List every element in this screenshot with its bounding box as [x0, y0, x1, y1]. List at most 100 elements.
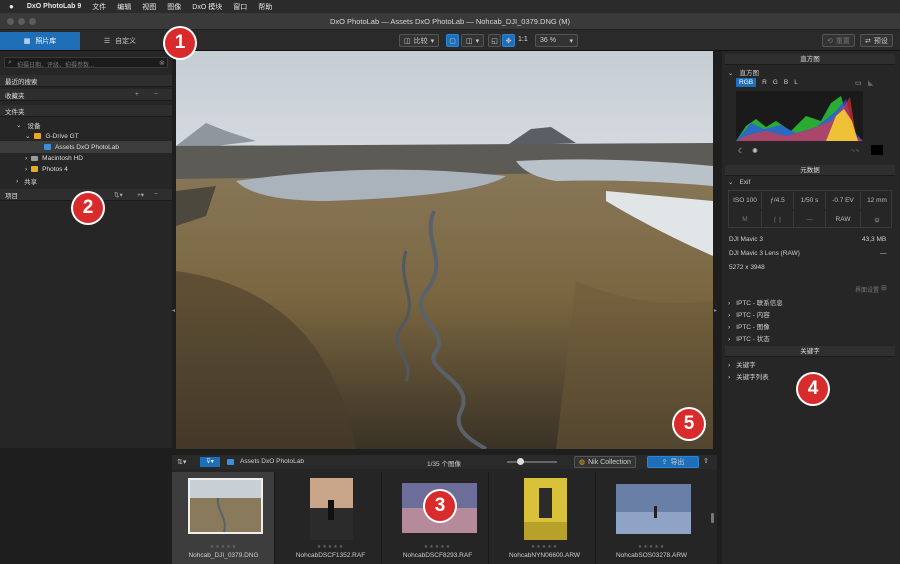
- chevron-right-icon: ›: [16, 177, 19, 185]
- channel-r[interactable]: R: [762, 78, 767, 87]
- thumbnail-image: [188, 478, 263, 534]
- preset-icon: ⇄: [865, 37, 871, 45]
- channel-g[interactable]: G: [773, 78, 778, 87]
- rating-stars[interactable]: ★★★★★: [386, 544, 489, 550]
- thumbnail[interactable]: ★★★★★ NohcabSOS03278.ARW: [600, 472, 703, 564]
- tab-library[interactable]: ▦ 照片库: [0, 32, 80, 50]
- monitor-icon[interactable]: ▭: [855, 79, 862, 87]
- iptc-contact-row[interactable]: › IPTC - 联系信息: [728, 297, 783, 307]
- iptc-content-label: IPTC - 内容: [736, 312, 770, 319]
- channel-b[interactable]: B: [784, 78, 788, 87]
- chevron-down-icon: ▾: [569, 37, 573, 45]
- tree-photos[interactable]: › Photos 4: [0, 163, 172, 175]
- rating-stars[interactable]: ★★★★★: [493, 544, 596, 550]
- preset-button[interactable]: ⇄ 预设: [860, 34, 893, 47]
- thumbnail-name: NohcabNYN06600.ARW: [508, 552, 581, 559]
- single-view-button[interactable]: ▢: [446, 34, 459, 47]
- keywords-section-header[interactable]: 关键字: [725, 346, 895, 357]
- tab-library-label: 照片库: [35, 38, 57, 45]
- folder-icon: [31, 166, 39, 172]
- thumbnail-name: Nohcab_DJI_0379.DNG: [188, 552, 259, 559]
- remove-favorite-icon[interactable]: −: [154, 91, 158, 98]
- thumbnail-name: NohcabDSCF8293.RAF: [402, 552, 473, 559]
- chevron-down-icon: ▾: [475, 37, 480, 45]
- one-to-one-button[interactable]: 1:1: [518, 36, 528, 43]
- chevron-down-icon: ⌄: [728, 70, 734, 77]
- slider-handle[interactable]: [517, 458, 524, 465]
- exif-ev: -0.7 EV: [826, 192, 861, 209]
- zoom-select[interactable]: 36 % ▾: [535, 34, 578, 47]
- clipping-icon[interactable]: ◣: [868, 79, 873, 87]
- collapse-right-icon[interactable]: ▸: [714, 307, 717, 314]
- remove-project-icon[interactable]: −: [154, 191, 158, 198]
- menu-window[interactable]: 窗口: [233, 2, 247, 12]
- chevron-down-icon: ▾: [430, 37, 435, 45]
- menu-edit[interactable]: 编辑: [117, 2, 131, 12]
- settings-icon[interactable]: ⊞: [881, 284, 887, 292]
- share-icon[interactable]: ⇧: [703, 457, 709, 465]
- preset-label: 预设: [873, 37, 888, 45]
- channel-l[interactable]: L: [794, 78, 798, 87]
- thumbnail[interactable]: ★★★★★ Nohcab_DJI_0379.DNG: [172, 472, 275, 564]
- histogram-title-row[interactable]: ⌄ 直方图: [728, 67, 759, 77]
- sort-icon[interactable]: ⇅▾: [114, 191, 123, 199]
- exif-row[interactable]: ⌄ Exif: [728, 178, 750, 186]
- gdrive-label: G-Drive GT: [45, 132, 79, 140]
- rating-stars[interactable]: ★★★★★: [600, 544, 703, 550]
- file-size: 43,3 MB: [862, 236, 887, 243]
- menu-view[interactable]: 视图: [142, 2, 156, 12]
- clear-search-icon[interactable]: ⊗: [159, 59, 165, 67]
- reset-icon: ⟲: [827, 37, 833, 45]
- interface-settings[interactable]: 界面设置: [855, 285, 879, 294]
- info-panel: 直方图 ⌄ 直方图 RGB R G B L ▭ ◣ ☾ ✺ ∿∿ 元数据 ⌄ Exi…: [722, 51, 900, 564]
- iptc-status-row[interactable]: › IPTC - 状态: [728, 333, 770, 343]
- add-favorite-icon[interactable]: +: [135, 91, 139, 98]
- thumbnail[interactable]: ★★★★★ NohcabNYN06600.ARW: [493, 472, 596, 564]
- tab-customize[interactable]: ☰ 自定义: [80, 32, 160, 50]
- metadata-section-header[interactable]: 元数据: [725, 165, 895, 176]
- add-project-icon[interactable]: +▾: [137, 191, 144, 199]
- collapse-left-icon[interactable]: ◂: [172, 307, 175, 314]
- reset-button[interactable]: ⟲ 重置: [822, 34, 855, 47]
- highlight-clip-icon[interactable]: ✺: [752, 147, 758, 155]
- menu-file[interactable]: 文件: [92, 2, 106, 12]
- apple-icon[interactable]: ●: [9, 2, 14, 11]
- iptc-content-row[interactable]: › IPTC - 内容: [728, 309, 770, 319]
- folders-header[interactable]: 文件夹: [0, 105, 172, 117]
- rating-stars[interactable]: ★★★★★: [172, 544, 275, 550]
- shadow-clip-icon[interactable]: ☾: [738, 147, 744, 155]
- callout-badge-5: 5: [674, 409, 704, 439]
- chevron-down-icon: ⌄: [25, 133, 31, 140]
- compare-label: 比较: [413, 37, 428, 45]
- histogram-section-header[interactable]: 直方图: [725, 54, 895, 65]
- nik-collection-button[interactable]: ◍ Nik Collection: [574, 456, 636, 468]
- curve-icon[interactable]: ∿∿: [851, 148, 859, 154]
- exif-raw: RAW: [826, 211, 861, 228]
- recent-searches-header[interactable]: 最近的搜索: [0, 75, 172, 87]
- export-button[interactable]: ⇪ 导出: [647, 456, 699, 468]
- menu-dxo-modules[interactable]: DxO 模块: [192, 2, 222, 12]
- search-field[interactable]: ⌕ 拍摄日期、评级、拍摄参数... ⊗: [4, 57, 168, 69]
- thumbnail-size-slider[interactable]: [507, 458, 557, 465]
- iptc-image-row[interactable]: › IPTC - 图像: [728, 321, 770, 331]
- filmstrip-scrollbar[interactable]: [711, 513, 714, 523]
- location-pin-icon[interactable]: ⊙: [861, 211, 893, 228]
- menu-app[interactable]: DxO PhotoLab 9: [27, 3, 81, 10]
- menu-help[interactable]: 帮助: [258, 2, 272, 12]
- keyword-list-row[interactable]: › 关键字列表: [728, 371, 769, 381]
- sort-icon[interactable]: ⇅▾: [177, 458, 186, 466]
- exif-shutter: 1/50 s: [794, 192, 826, 209]
- compare-button[interactable]: ◫ 比较 ▾: [399, 34, 440, 47]
- thumbnail[interactable]: ★★★★★ NohcabDSCF1352.RAF: [279, 472, 382, 564]
- filter-icon[interactable]: ⊽▾: [200, 457, 220, 467]
- image-viewer[interactable]: ◂ ▸: [172, 51, 717, 451]
- tree-shared[interactable]: › 共享: [0, 175, 172, 187]
- split-view-button[interactable]: ◫ ▾: [461, 34, 485, 47]
- keywords-row[interactable]: › 关键字: [728, 359, 756, 369]
- favorites-header[interactable]: 收藏夹 + −: [0, 89, 172, 101]
- move-button[interactable]: ✥: [502, 34, 515, 47]
- fit-view-button[interactable]: ◱: [488, 34, 501, 47]
- channel-rgb[interactable]: RGB: [736, 78, 757, 87]
- menu-image[interactable]: 图像: [167, 2, 181, 12]
- rating-stars[interactable]: ★★★★★: [279, 544, 382, 550]
